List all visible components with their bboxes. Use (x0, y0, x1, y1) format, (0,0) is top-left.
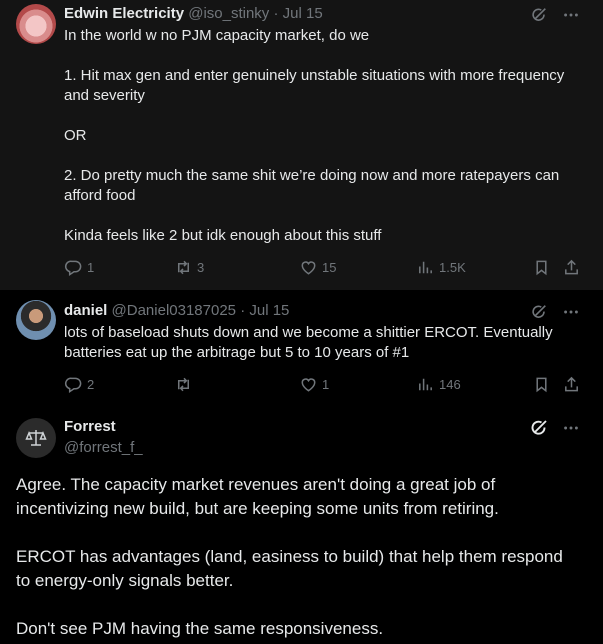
post-header: Edwin Electricity @iso_stinky · Jul 15 (64, 5, 323, 22)
reply-count: 1 (87, 260, 95, 275)
share-button[interactable] (562, 375, 581, 394)
separator: · (236, 302, 250, 319)
reply-button[interactable]: 2 (64, 375, 94, 394)
views-icon (419, 261, 432, 274)
action-bar: 1 3 15 1.5K (64, 258, 584, 278)
author-name[interactable]: Forrest (64, 418, 116, 435)
views-button[interactable]: 1.5K (416, 258, 466, 277)
views-count: 1.5K (439, 260, 466, 275)
views-button[interactable]: 146 (416, 375, 461, 394)
repost-button[interactable] (174, 375, 197, 394)
share-button[interactable] (562, 258, 581, 277)
more-icon[interactable] (561, 5, 581, 25)
post-text: Agree. The capacity market revenues aren… (16, 473, 576, 641)
reply-post-daniel[interactable]: daniel @Daniel03187025 · Jul 15 lots of … (0, 290, 603, 402)
bookmark-icon (536, 377, 547, 393)
avatar[interactable] (16, 4, 56, 44)
heart-icon (301, 261, 316, 275)
post-top-icons (529, 418, 581, 438)
repost-button[interactable]: 3 (174, 258, 204, 277)
grok-icon[interactable] (529, 302, 549, 322)
post-line: 2. Do pretty much the same shit we’re do… (64, 167, 560, 204)
post-date[interactable]: Jul 15 (283, 5, 323, 22)
author-handle[interactable]: @iso_stinky (188, 5, 269, 22)
author-name[interactable]: Edwin Electricity (64, 5, 184, 22)
grok-icon[interactable] (529, 5, 549, 25)
separator: · (269, 5, 283, 22)
repost-icon (177, 260, 190, 275)
reply-button[interactable]: 1 (64, 258, 94, 277)
more-icon[interactable] (561, 302, 581, 322)
reply-count: 2 (87, 377, 95, 392)
bookmark-button[interactable] (532, 375, 551, 394)
post-top-icons (529, 5, 581, 25)
like-count: 15 (322, 260, 337, 275)
post-top-icons (529, 302, 581, 322)
author-handle[interactable]: @forrest_f_ (64, 439, 143, 456)
like-button[interactable]: 15 (299, 258, 336, 277)
focus-post-forrest: Forrest @forrest_f_ Agree. The capacity … (0, 402, 603, 644)
reply-icon (64, 377, 82, 394)
post-line: Don't see PJM having the same responsive… (16, 619, 384, 638)
bookmark-icon (536, 260, 547, 276)
post-line: Kinda feels like 2 but idk enough about … (64, 227, 382, 244)
reply-icon (64, 260, 82, 277)
post-line: Agree. The capacity market revenues aren… (16, 475, 499, 518)
repost-count: 3 (197, 260, 205, 275)
share-icon (565, 259, 578, 275)
action-bar: 2 1 146 (64, 375, 584, 395)
views-count: 146 (439, 377, 461, 392)
post-date[interactable]: Jul 15 (249, 302, 289, 319)
post-line: lots of baseload shuts down and we becom… (64, 324, 553, 361)
author-handle[interactable]: @Daniel03187025 (112, 302, 237, 319)
post-text: lots of baseload shuts down and we becom… (64, 323, 574, 363)
post-line: ERCOT has advantages (land, easiness to … (16, 547, 563, 590)
post-header: daniel @Daniel03187025 · Jul 15 (64, 302, 289, 319)
like-button[interactable]: 1 (299, 375, 329, 394)
scales-icon (25, 430, 47, 446)
post-line: In the world w no PJM capacity market, d… (64, 27, 370, 44)
reply-post-edwin[interactable]: Edwin Electricity @iso_stinky · Jul 15 I… (0, 0, 603, 290)
post-line: 1. Hit max gen and enter genuinely unsta… (64, 67, 565, 104)
more-icon[interactable] (561, 418, 581, 438)
post-line: OR (64, 127, 87, 144)
share-icon (565, 376, 578, 392)
bookmark-button[interactable] (532, 258, 551, 277)
repost-icon (177, 377, 190, 392)
heart-icon (301, 378, 316, 392)
avatar[interactable] (16, 418, 56, 458)
like-count: 1 (322, 377, 330, 392)
grok-icon[interactable] (529, 418, 549, 438)
author-name[interactable]: daniel (64, 302, 107, 319)
avatar[interactable] (16, 300, 56, 340)
views-icon (419, 378, 432, 391)
post-text: In the world w no PJM capacity market, d… (64, 26, 574, 246)
